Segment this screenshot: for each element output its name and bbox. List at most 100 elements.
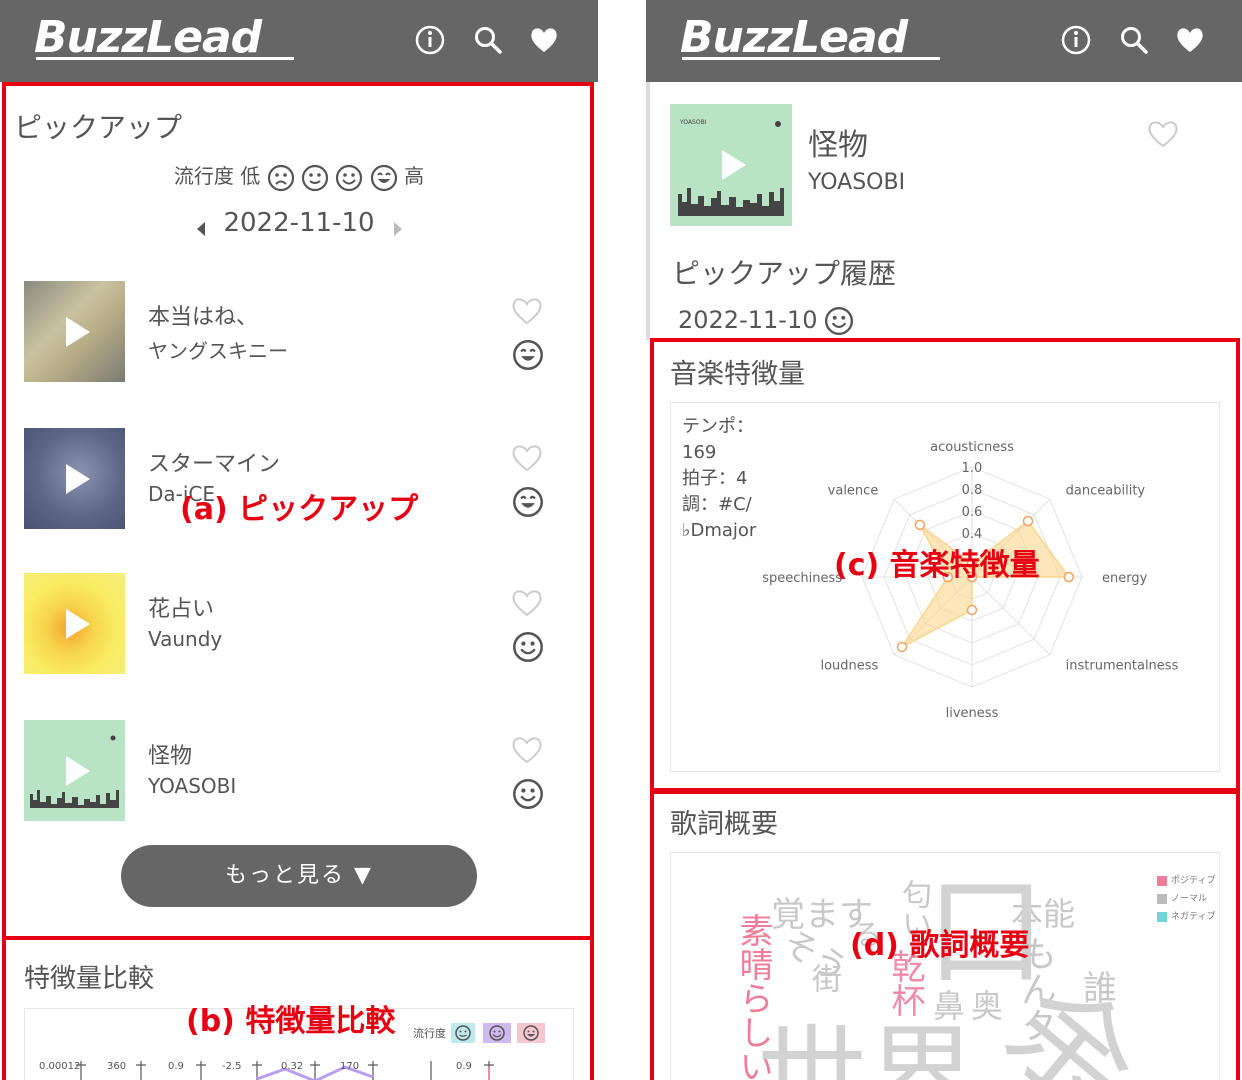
card-edge <box>646 82 650 340</box>
axis-tick: 0.9 <box>168 1061 184 1072</box>
legend-normal: ノーマル <box>1157 891 1207 904</box>
song-item[interactable]: 本当はね、 ヤングスキニー <box>24 281 564 383</box>
smile-face-icon <box>336 164 363 191</box>
cloud-word: 街 <box>806 963 841 993</box>
happy-face-icon <box>513 340 543 370</box>
play-icon[interactable] <box>66 317 90 347</box>
compare-title: 特徴量比較 <box>24 964 155 994</box>
history-title: ピックアップ履歴 <box>672 257 897 290</box>
logo-underline <box>682 57 940 60</box>
pickup-title: ピックアップ <box>14 111 183 144</box>
radar-axis-label: acousticness <box>930 440 1014 455</box>
song-artist: ヤングスキニー <box>148 339 288 363</box>
play-icon[interactable] <box>66 756 90 786</box>
annotation-a: (a) ピックアップ <box>180 492 419 527</box>
heart-icon[interactable] <box>1174 24 1206 56</box>
annotation-b: (b) 特徴量比較 <box>186 1004 396 1039</box>
happy-face-icon <box>370 164 397 191</box>
app-header: BuzzLead <box>0 0 598 82</box>
right-screen: BuzzLead YOASOBI 怪物 YOASOBI ピックアップ履歴 202… <box>646 0 1242 1080</box>
legend-label: ポジティブ <box>1171 876 1216 886</box>
lyrics-title: 歌詞概要 <box>670 809 778 840</box>
cloud-word: 界 <box>867 1014 977 1080</box>
search-icon[interactable] <box>472 24 504 56</box>
legend-swatch <box>1157 875 1167 886</box>
radar-axis-label: valence <box>828 483 879 498</box>
heart-outline-icon[interactable] <box>510 295 544 325</box>
search-icon[interactable] <box>1118 24 1150 56</box>
axis-tick: 0.00012 <box>39 1061 81 1072</box>
info-icon[interactable] <box>414 24 446 56</box>
neutral-face-icon <box>301 164 329 191</box>
song-title[interactable]: スターマイン <box>148 446 280 478</box>
album-art[interactable] <box>24 720 125 821</box>
radar-tick-label: 0.8 <box>962 483 983 498</box>
album-art[interactable]: YOASOBI <box>670 104 792 226</box>
legend-label: ノーマル <box>1171 894 1208 904</box>
radar-axis-label: instrumentalness <box>1066 659 1179 674</box>
more-button[interactable]: もっと見る ▼ <box>121 845 477 907</box>
history-date: 2022-11-10 <box>678 306 818 334</box>
song-item[interactable]: 花占い Vaundy <box>24 573 564 675</box>
radar-tick-label: 1.0 <box>962 461 983 476</box>
song-title[interactable]: 本当はね、 <box>148 299 258 331</box>
pane-gap <box>598 0 646 1080</box>
legend-label: ネガティブ <box>1171 912 1216 922</box>
annotation-c: (c) 音楽特徴量 <box>834 548 1040 583</box>
radar-axis-label: liveness <box>946 706 999 721</box>
smile-face-icon <box>513 632 543 662</box>
radar-data-point <box>1022 515 1034 527</box>
legend-high-label: 高 <box>404 164 425 188</box>
legend-negative: ネガティブ <box>1157 909 1215 922</box>
annotation-d: (d) 歌詞概要 <box>850 928 1030 963</box>
legend-swatch <box>1157 893 1167 904</box>
song-title: 怪物 <box>808 128 868 163</box>
radar-data-point <box>896 641 908 653</box>
axis-tick: 0.9 <box>456 1061 472 1072</box>
song-title[interactable]: 花占い <box>148 591 214 623</box>
song-artist: YOASOBI <box>808 170 906 195</box>
features-title: 音楽特徴量 <box>670 359 805 390</box>
smile-face-icon <box>513 779 543 809</box>
radar-tick-label: 0.6 <box>962 505 983 520</box>
popularity-legend: 流行度 低 高 <box>0 160 598 192</box>
song-artist: Vaundy <box>148 627 223 651</box>
radar-axis-label: danceability <box>1066 483 1146 498</box>
info-icon[interactable] <box>1060 24 1092 56</box>
radar-chart: 0.40.60.81.0acousticnessdanceabilityener… <box>762 440 1179 721</box>
play-icon[interactable] <box>722 150 746 180</box>
next-date-arrow[interactable] <box>394 222 402 236</box>
axis-tick: 170 <box>340 1061 360 1072</box>
radar-data-point <box>1063 571 1075 583</box>
legend-low-label: 流行度 低 <box>173 164 261 188</box>
legend-swatch <box>1157 911 1167 922</box>
axis-tick: 360 <box>107 1061 127 1072</box>
heart-icon[interactable] <box>528 24 560 56</box>
pickup-date: 2022-11-10 <box>223 208 375 238</box>
heart-outline-icon[interactable] <box>510 442 544 472</box>
song-item[interactable]: 怪物 YOASOBI <box>24 720 564 822</box>
album-art[interactable] <box>24 573 125 674</box>
heart-outline-icon[interactable] <box>510 734 544 764</box>
sad-face-icon <box>267 164 294 191</box>
axis-tick: 0.32 <box>281 1061 304 1072</box>
heart-outline-icon[interactable] <box>510 587 544 617</box>
radar-data-point <box>966 604 978 616</box>
album-art[interactable] <box>24 428 125 529</box>
axis-tick: -2.5 <box>222 1061 242 1072</box>
app-header: BuzzLead <box>646 0 1242 82</box>
heart-outline-icon[interactable] <box>1146 118 1180 148</box>
smile-face-icon <box>824 306 854 336</box>
play-icon[interactable] <box>66 609 90 639</box>
album-art[interactable] <box>24 281 125 382</box>
song-artist: YOASOBI <box>148 774 237 798</box>
logo-underline <box>36 57 294 60</box>
radar-axis-label: speechiness <box>762 571 842 586</box>
play-icon[interactable] <box>66 464 90 494</box>
radar-axis-label: loudness <box>820 659 878 674</box>
cloud-word: 世 <box>757 1014 867 1080</box>
wordcloud-card: ポジティブ ノーマル ネガティブ 覚ます 本能 口 そう 街 匂い 乾杯 素晴ら… <box>670 852 1220 1080</box>
left-screen: BuzzLead ピックアップ 流行度 低 高 2022-11-10 本当はね、… <box>0 0 598 1080</box>
happy-face-icon <box>513 487 543 517</box>
song-title[interactable]: 怪物 <box>148 738 192 770</box>
